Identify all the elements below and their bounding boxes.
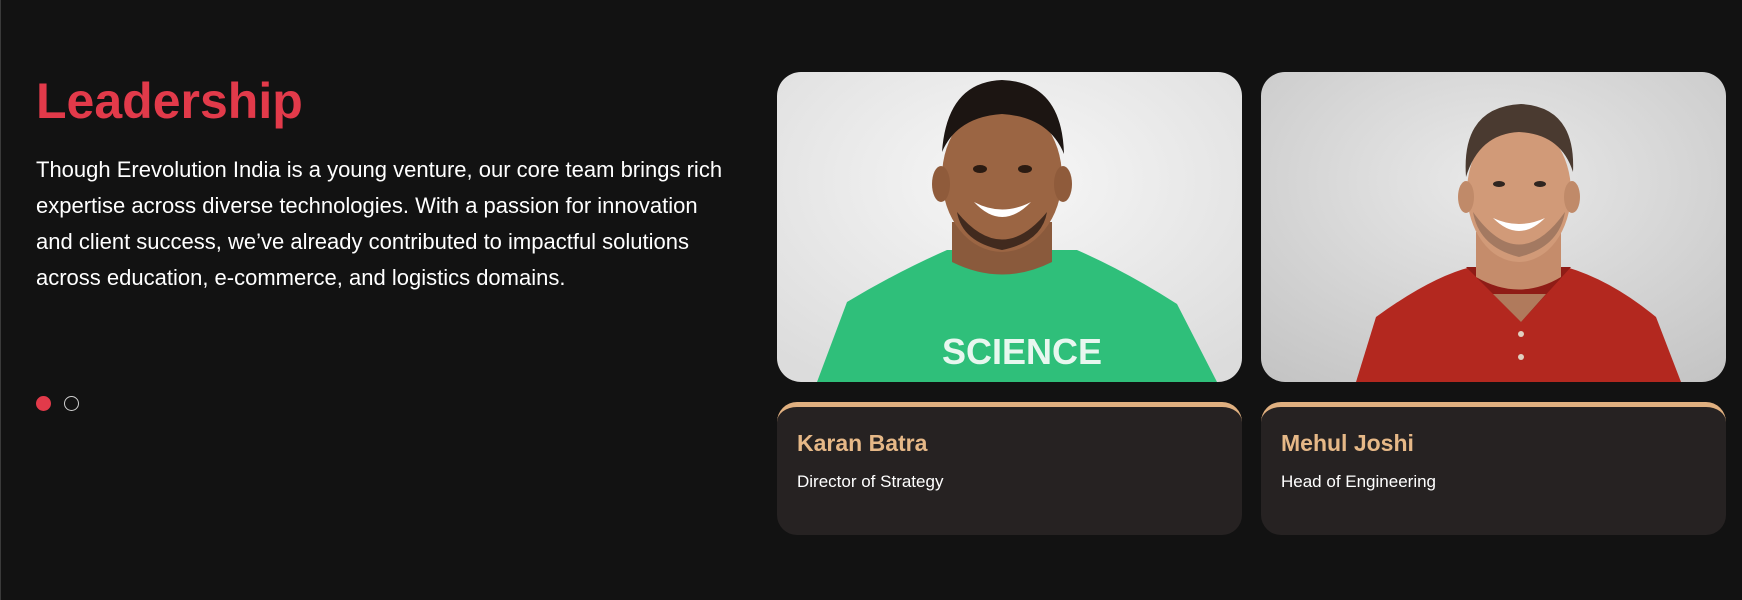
carousel-pagination [36, 396, 79, 411]
member-name: Mehul Joshi [1281, 430, 1414, 456]
team-photo-karan: SCIENCE [777, 72, 1242, 382]
section-description: Though Erevolution India is a young vent… [36, 157, 723, 290]
carousel-dot-2[interactable] [64, 396, 79, 411]
team-info-karan: Karan Batra Director of Strategy [777, 402, 1242, 535]
team-card-karan[interactable]: SCIENCE Karan Batra Director of Strategy [777, 72, 1242, 535]
carousel-dot-1[interactable] [36, 396, 51, 411]
member-name: Karan Batra [797, 430, 928, 456]
team-photo-mehul [1261, 72, 1726, 382]
member-role: Director of Strategy [797, 472, 944, 491]
shirt-print-text: SCIENCE [942, 331, 1102, 372]
team-card-mehul[interactable]: Mehul Joshi Head of Engineering [1261, 72, 1726, 535]
section-title: Leadership [36, 73, 303, 129]
page-edge-divider [0, 0, 1, 600]
member-role: Head of Engineering [1281, 472, 1437, 491]
leadership-intro: Leadership Though Erevolution India is a… [36, 70, 736, 296]
team-info-mehul: Mehul Joshi Head of Engineering [1261, 402, 1726, 535]
